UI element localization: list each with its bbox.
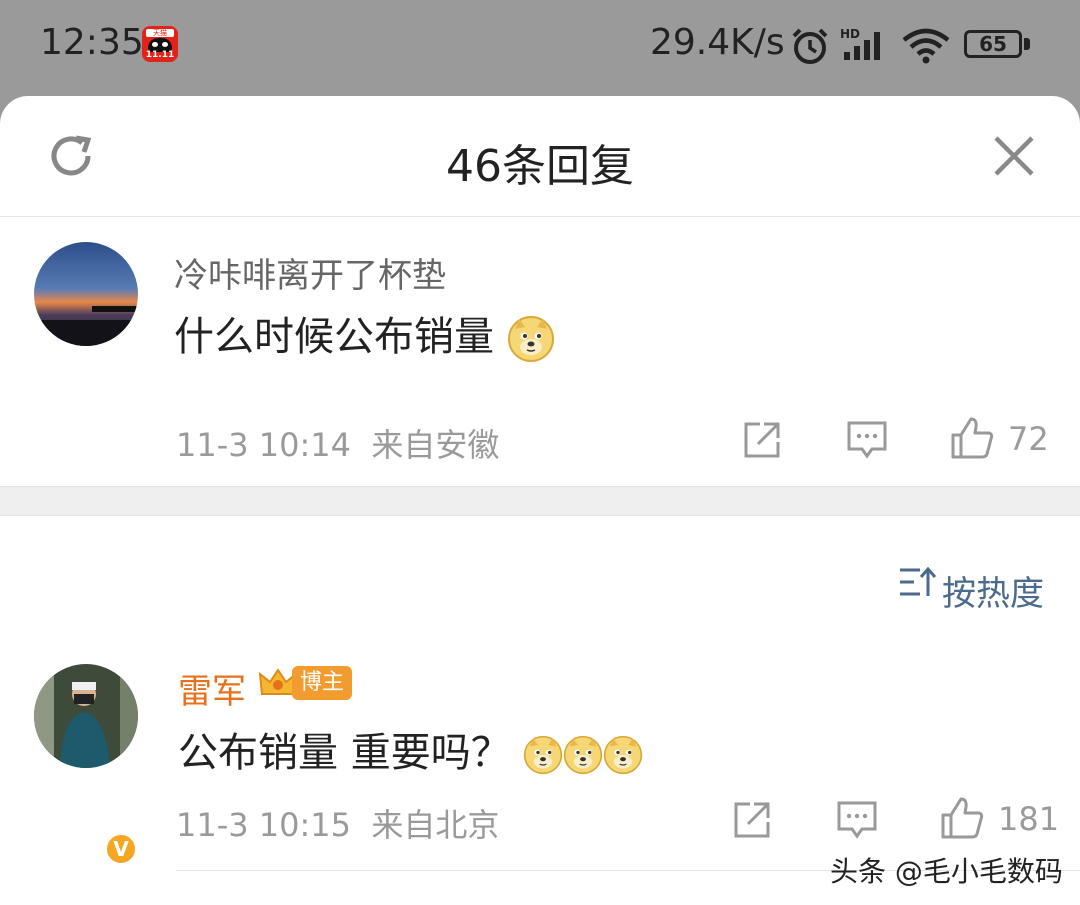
battery-indicator: 65 <box>964 30 1022 58</box>
like-count: 72 <box>1008 420 1049 458</box>
signal-icon: HD <box>840 27 880 60</box>
comment-reply-icon[interactable] <box>836 800 878 840</box>
doge-emoji-icon <box>563 735 603 775</box>
status-time: 12:35 <box>40 22 144 63</box>
comment-time: 11-3 10:14 <box>176 426 352 464</box>
comment-reply-icon[interactable] <box>846 420 888 460</box>
comment-location: 来自北京 <box>371 806 500 844</box>
comment-location: 来自安徽 <box>371 426 500 464</box>
comment-meta: 11-3 10:14 来自安徽 <box>176 420 499 466</box>
blogger-badge: 博主 <box>292 666 353 700</box>
avatar[interactable] <box>34 242 138 346</box>
app-badge-top: 天猫 <box>146 29 174 37</box>
sort-by-hot-button[interactable]: 按热度 <box>942 566 1044 615</box>
like-count: 181 <box>998 800 1060 838</box>
avatar[interactable] <box>34 664 138 768</box>
app-badge-bottom: 11.11 <box>145 50 175 60</box>
sheet-header: 46条回复 <box>0 96 1080 217</box>
comment-body: 什么时候公布销量 <box>174 314 494 360</box>
battery-level: 65 <box>979 32 1007 56</box>
alarm-icon <box>792 28 828 64</box>
like-icon[interactable] <box>940 796 984 840</box>
doge-emoji-icon <box>507 315 555 363</box>
comment-username[interactable]: 冷咔啡离开了杯垫 <box>174 248 446 297</box>
comment-meta: 11-3 10:15 来自北京 <box>176 800 499 846</box>
tmall-app-icon: 天猫 11.11 <box>142 26 178 62</box>
verified-badge: V <box>104 832 138 866</box>
battery-tip <box>1024 38 1030 50</box>
like-icon[interactable] <box>950 416 994 460</box>
comment-username[interactable]: 雷军 <box>178 664 246 713</box>
avatar-photographer-image <box>34 664 138 768</box>
doge-emoji-icon <box>603 735 643 775</box>
comment-body: 公布销量 重要吗？ <box>178 730 511 776</box>
comment-time: 11-3 10:15 <box>176 806 352 844</box>
comment-text: 公布销量 重要吗？ <box>178 720 643 778</box>
close-icon[interactable] <box>992 134 1036 178</box>
share-icon[interactable] <box>742 420 782 460</box>
doge-emoji-icon <box>523 735 563 775</box>
replies-sheet: 46条回复 冷咔啡离开了杯垫 什么时候公布销量 11-3 10:14 来自安徽 … <box>0 96 1080 905</box>
signal-hd-label: HD <box>840 27 860 41</box>
share-icon[interactable] <box>732 800 772 840</box>
section-divider <box>0 486 1080 516</box>
network-speed: 29.4K/s <box>650 22 785 63</box>
sort-icon[interactable] <box>898 564 936 600</box>
comment-text: 什么时候公布销量 <box>174 304 555 363</box>
wifi-icon <box>902 28 950 64</box>
sheet-title: 46条回复 <box>446 141 634 192</box>
avatar-sunset-image <box>34 242 138 346</box>
watermark: 头条 @毛小毛数码 <box>830 855 1063 888</box>
